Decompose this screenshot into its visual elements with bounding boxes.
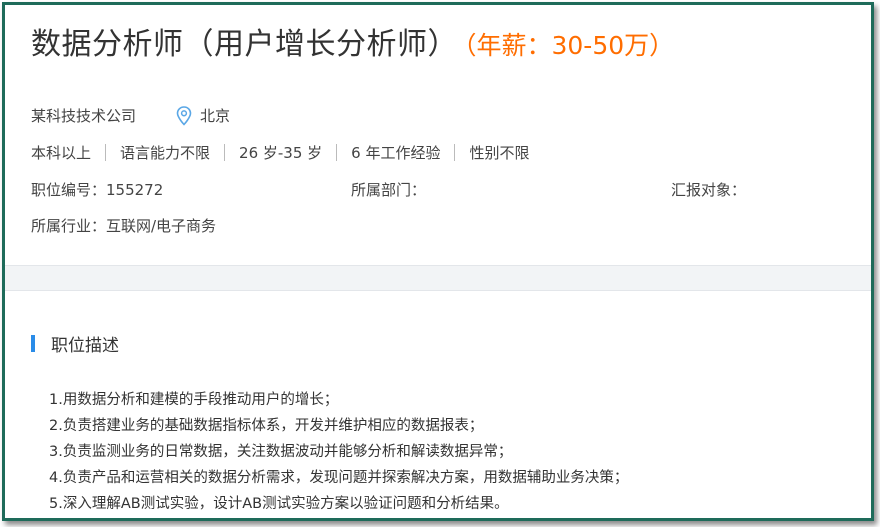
title-row: 数据分析师（用户增长分析师） （年薪：30-50万） [31,19,674,63]
department: 所属部门： [351,181,427,199]
list-item: 2.负责搭建业务的基础数据指标体系，开发并维护相应的数据报表； [49,418,484,434]
list-item: 5.深入理解AB测试实验，设计AB测试实验方案以验证问题和分析结果。 [49,496,509,512]
report-to: 汇报对象： [671,181,747,199]
company-name[interactable]: 某科技技术公司 [31,105,136,126]
requirement-experience: 6 年工作经验 [351,144,441,162]
job-title: 数据分析师（用户增长分析师） [31,27,458,62]
job-detail-card: 数据分析师（用户增长分析师） （年薪：30-50万） 某科技技术公司 北京 本科以… [2,2,874,521]
industry: 所属行业：互联网/电子商务 [31,217,217,235]
list-item: 3.负责监测业务的日常数据，关注数据波动并能够分析和解读数据异常； [49,444,513,460]
requirement-gender: 性别不限 [469,144,530,162]
description-header: 职位描述 [31,331,119,356]
company-row: 某科技技术公司 北京 [31,105,230,126]
section-title: 职位描述 [51,336,119,356]
list-item: 1.用数据分析和建模的手段推动用户的增长； [49,392,339,408]
requirement-education: 本科以上 [31,144,92,162]
job-location: 北京 [200,107,231,125]
list-item: 4.负责产品和运营相关的数据分析需求，发现问题并探索解决方案，用数据辅助业务决策… [49,470,629,486]
salary-range: （年薪：30-50万） [464,31,675,60]
accent-bar [31,335,35,352]
section-divider [5,265,871,291]
map-pin-icon [176,105,192,126]
description-list: 1.用数据分析和建模的手段推动用户的增长； 2.负责搭建业务的基础数据指标体系，… [49,387,628,517]
requirements-row: 本科以上 语言能力不限 26 岁-35 岁 6 年工作经验 性别不限 [31,142,543,163]
requirement-age: 26 岁-35 岁 [239,144,323,162]
requirement-language: 语言能力不限 [120,144,211,162]
job-id: 职位编号：155272 [31,181,164,199]
